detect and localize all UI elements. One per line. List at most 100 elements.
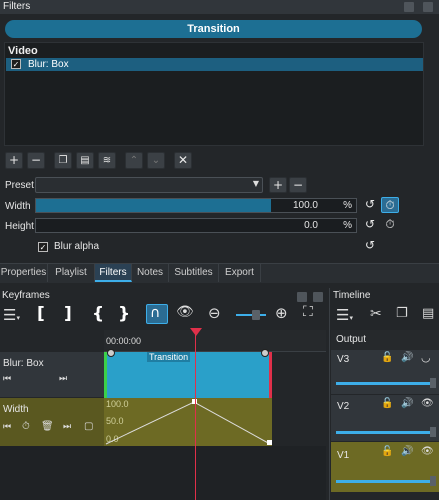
undock-icon[interactable] — [404, 2, 414, 12]
bracket-left-icon: [ — [37, 304, 45, 324]
filter-item[interactable]: ✓ Blur: Box — [6, 58, 423, 71]
track-header-v2[interactable]: V2 🔓 🔊 👁 — [331, 395, 439, 442]
next-keyframe-icon[interactable]: ⏭ — [63, 422, 71, 432]
keyframes-ruler[interactable]: 00:00:00 — [104, 330, 326, 352]
track-header-v3[interactable]: V3 🔓 🔊 ◡ — [331, 350, 439, 395]
mute-icon[interactable]: 🔊 — [401, 352, 413, 363]
move-filter-down-button[interactable]: ⌄ — [147, 152, 165, 169]
height-reset-button[interactable]: ↺ — [361, 217, 379, 233]
track-header-v1[interactable]: V1 🔓 🔊 👁 — [331, 442, 439, 492]
zoom-slider-handle[interactable] — [252, 310, 260, 320]
track-volume-handle[interactable] — [430, 378, 436, 388]
rebuild-keyframes-icon[interactable]: ▢ — [84, 421, 93, 432]
previous-keyframe-icon[interactable]: ⏮ — [3, 374, 11, 384]
undo-icon: ↺ — [364, 197, 376, 211]
tab-export[interactable]: Export — [219, 264, 261, 282]
paste-button[interactable]: ▤ — [422, 306, 434, 321]
trash-icon[interactable]: 🗑 — [41, 421, 54, 432]
playhead-marker[interactable] — [190, 328, 202, 336]
timeline-output-header[interactable]: Output — [331, 330, 439, 350]
zoom-fit-button[interactable]: ⛶ — [303, 304, 313, 320]
remove-filter-button[interactable]: − — [27, 152, 45, 169]
zoom-out-button[interactable]: ⊖ — [208, 304, 221, 322]
tab-subtitles[interactable]: Subtitles — [169, 264, 219, 282]
copy-button[interactable]: ❐ — [396, 306, 408, 321]
undock-icon[interactable] — [297, 292, 307, 302]
track-volume-handle[interactable] — [430, 476, 436, 486]
scrub-while-dragging-button[interactable]: 👁 — [176, 304, 194, 320]
blur-alpha-reset-button[interactable]: ↺ — [361, 238, 379, 254]
copy-filters-button[interactable]: ❐ — [54, 152, 72, 169]
filter-clip[interactable]: Transition — [104, 349, 272, 398]
filter-enable-checkbox[interactable]: ✓ — [11, 59, 21, 69]
mute-icon[interactable]: 🔊 — [401, 446, 413, 457]
width-keyframes-button[interactable]: ⏱ — [381, 197, 399, 213]
track-volume-slider[interactable] — [336, 378, 436, 388]
stopwatch-icon: ⏱ — [385, 217, 395, 231]
magnet-icon: ∩ — [150, 305, 161, 321]
snap-button[interactable]: ∩ — [146, 304, 168, 324]
stopwatch-icon[interactable]: ⏱ — [22, 421, 30, 432]
set-keyframes-start-button[interactable]: { — [92, 304, 104, 324]
width-label: Width — [5, 201, 31, 212]
cut-button[interactable]: ✂ — [370, 306, 382, 322]
keyframes-menu-button[interactable]: ☰▾ — [3, 306, 20, 324]
undo-icon: ↺ — [364, 238, 376, 252]
video-group-header: Video — [8, 45, 38, 57]
zoom-out-icon: ⊖ — [208, 304, 221, 322]
paste-filters-button[interactable]: ▤ — [76, 152, 94, 169]
eye-icon[interactable]: 👁 — [421, 398, 434, 409]
fade-out-handle[interactable] — [261, 349, 269, 357]
next-keyframe-icon[interactable]: ⏭ — [59, 374, 67, 384]
delete-preset-button[interactable]: − — [289, 177, 307, 193]
deselect-filter-button[interactable]: ✕ — [174, 152, 192, 169]
transition-button[interactable]: Transition — [5, 20, 422, 38]
blur-alpha-checkbox[interactable]: ✓ — [38, 242, 48, 252]
previous-keyframe-icon[interactable]: ⏮ — [3, 422, 11, 432]
zoom-slider[interactable] — [236, 310, 266, 320]
height-keyframes-button[interactable]: ⏱ — [381, 217, 399, 233]
width-value: 100.0 — [292, 200, 318, 211]
tab-filters[interactable]: Filters — [95, 264, 132, 282]
ruler-timecode: 00:00:00 — [106, 336, 142, 346]
set-filter-start-button[interactable]: [ — [37, 304, 45, 324]
tab-properties[interactable]: Properties — [0, 264, 48, 282]
set-filter-end-button[interactable]: ] — [64, 304, 72, 324]
close-panel-icon[interactable] — [313, 292, 323, 302]
timeline-menu-button[interactable]: ☰▾ — [336, 306, 353, 324]
width-reset-button[interactable]: ↺ — [361, 197, 379, 213]
width-slider[interactable]: 100.0 % — [35, 198, 357, 213]
save-preset-button[interactable]: + — [269, 177, 287, 193]
brace-left-icon: { — [92, 304, 105, 324]
attached-filters-list[interactable]: Video ✓ Blur: Box — [4, 42, 424, 146]
keyframe-curve-track[interactable]: 100.0 50.0 0.0 — [104, 398, 272, 446]
lock-icon[interactable]: 🔓 — [381, 398, 393, 409]
lock-icon[interactable]: 🔓 — [381, 352, 393, 363]
track-volume-handle[interactable] — [430, 427, 436, 437]
keyframe-point[interactable] — [267, 440, 272, 445]
menu-icon: ☰ — [336, 306, 350, 324]
track-volume-slider[interactable] — [336, 476, 436, 486]
timeline-panel-title: Timeline — [333, 290, 371, 301]
bracket-right-icon: ] — [64, 304, 72, 324]
keyframes-track-header-param[interactable]: Width ⏮ ⏱ 🗑 ⏭ ▢ — [0, 398, 104, 446]
composite-icon[interactable]: ◡ — [421, 351, 431, 364]
filters-panel-header: Filters — [0, 0, 439, 14]
keyframes-track-header-filter[interactable]: Blur: Box ⏮ ⏭ — [0, 352, 104, 398]
set-keyframes-end-button[interactable]: } — [118, 304, 130, 324]
track-volume-slider[interactable] — [336, 427, 436, 437]
zoom-in-button[interactable]: ⊕ — [275, 304, 288, 322]
tab-playlist[interactable]: Playlist — [48, 264, 95, 282]
save-filter-set-button[interactable]: ≋ — [98, 152, 116, 169]
move-filter-up-button[interactable]: ⌃ — [125, 152, 143, 169]
preset-combobox[interactable]: ▼ — [35, 177, 263, 193]
height-slider[interactable]: 0.0 % — [35, 218, 357, 233]
eye-icon[interactable]: 👁 — [421, 446, 434, 457]
close-panel-icon[interactable] — [423, 2, 433, 12]
track-name: V2 — [337, 401, 350, 412]
lock-icon[interactable]: 🔓 — [381, 446, 393, 457]
tab-notes[interactable]: Notes — [132, 264, 169, 282]
mute-icon[interactable]: 🔊 — [401, 398, 413, 409]
add-filter-button[interactable]: + — [5, 152, 23, 169]
fade-in-handle[interactable] — [107, 349, 115, 357]
